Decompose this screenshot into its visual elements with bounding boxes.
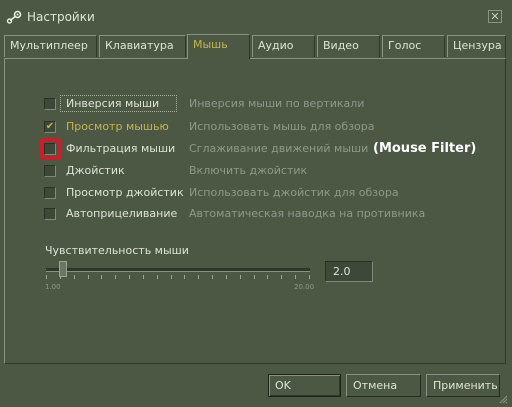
checkbox-invert-mouse[interactable] (44, 98, 56, 110)
ok-button[interactable]: OK (268, 374, 341, 397)
slider-tick (198, 275, 199, 279)
title-bar[interactable]: Настройки ✕ (0, 0, 512, 33)
slider-tick (240, 275, 241, 279)
slider-min-label: 1.00 (45, 283, 61, 291)
apply-button[interactable]: Применить (426, 374, 500, 397)
mouse-filter-highlight (40, 138, 61, 159)
slider-tick (212, 275, 213, 279)
slider-tick (115, 275, 116, 279)
checkbox-joystick[interactable] (44, 165, 56, 177)
sensitivity-slider-track[interactable] (46, 268, 310, 272)
checkbox-joystick-look[interactable] (44, 187, 56, 199)
option-label: Автоприцеливание (66, 207, 178, 220)
option-description: Использовать мышь для обзора (189, 120, 375, 133)
option-label: Инверсия мыши (66, 97, 160, 110)
tab-censorship[interactable]: Цензура (447, 35, 506, 57)
option-label: Просмотр джойстик (66, 186, 184, 199)
slider-tick (267, 275, 268, 279)
slider-tick (254, 275, 255, 279)
option-description: Сглаживание движений мыши (189, 142, 369, 155)
window-title: Настройки (27, 10, 95, 24)
slider-ticks (46, 275, 310, 281)
tab-multiplayer[interactable]: Мультиплеер (4, 35, 97, 57)
slider-tick (74, 275, 75, 279)
tab-bar: Мультиплеер Клавиатура Мышь Аудио Видео … (4, 34, 506, 59)
slider-tick (46, 275, 47, 279)
slider-tick (143, 275, 144, 279)
slider-tick (295, 275, 296, 279)
sensitivity-slider-thumb[interactable] (59, 261, 68, 277)
option-description: Включить джойстик (189, 164, 308, 177)
check-icon: ✔ (45, 121, 55, 132)
tab-mouse[interactable]: Мышь (187, 34, 250, 59)
checkbox-mouse-look[interactable]: ✔ (44, 121, 56, 133)
slider-tick (184, 275, 185, 279)
slider-tick (281, 275, 282, 279)
slider-tick (101, 275, 102, 279)
sensitivity-label: Чувствительность мыши (45, 244, 189, 257)
tab-voice[interactable]: Голос (382, 35, 445, 57)
steam-logo-icon (6, 10, 22, 24)
slider-tick (88, 275, 89, 279)
cancel-button[interactable]: Отмена (346, 374, 421, 397)
tab-audio[interactable]: Аудио (252, 35, 315, 57)
option-label: Фильтрация мыши (66, 142, 176, 155)
option-description: Использовать джойстик для обзора (189, 186, 399, 199)
annotation-label: (Mouse Filter) (373, 141, 477, 156)
option-label: Джойстик (66, 164, 125, 177)
sensitivity-value-input[interactable]: 2.0 (325, 261, 373, 282)
option-description: Автоматическая наводка на противника (189, 207, 426, 220)
slider-tick (157, 275, 158, 279)
slider-tick (309, 275, 310, 279)
slider-tick (226, 275, 227, 279)
slider-max-label: 20.00 (294, 283, 315, 291)
option-label: Просмотр мышью (66, 120, 169, 133)
checkbox-auto-aim[interactable] (44, 208, 56, 220)
resize-grip-icon[interactable] (498, 394, 508, 404)
slider-tick (129, 275, 130, 279)
close-button[interactable]: ✕ (488, 10, 502, 23)
slider-tick (171, 275, 172, 279)
tab-keyboard[interactable]: Клавиатура (99, 35, 186, 57)
close-icon: ✕ (490, 10, 500, 23)
tab-video[interactable]: Видео (317, 35, 380, 57)
option-description: Инверсия мыши по вертикали (189, 97, 365, 110)
